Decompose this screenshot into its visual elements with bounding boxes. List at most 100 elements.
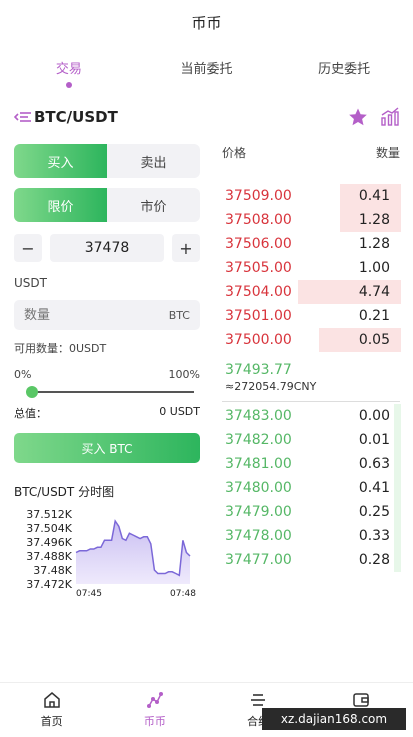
ask-price: 37505.00 xyxy=(225,260,292,276)
ask-amount: 1.00 xyxy=(358,260,390,276)
chart-title: BTC/USDT 分时图 xyxy=(14,485,115,499)
bid-amount: 0.33 xyxy=(358,528,390,544)
order-book: 价格 数量 37509.00 0.41 37508.00 1.28 37506.00 1.… xyxy=(222,144,401,572)
tab-bar: 交易 当前委托 历史委托 xyxy=(0,52,413,92)
bid-price: 37480.00 xyxy=(225,480,292,496)
bid-price: 37482.00 xyxy=(225,432,292,448)
nav-home[interactable]: 首页 xyxy=(0,683,103,737)
tab-trade[interactable]: 交易 xyxy=(0,52,138,92)
bid-row[interactable]: 37478.00 0.33 xyxy=(222,524,401,548)
ask-row[interactable]: 37500.00 0.05 xyxy=(222,328,401,352)
limit-tab[interactable]: 限价 xyxy=(14,188,107,222)
time-share-chart: 37.512K37.504K37.496K37.488K37.48K37.472… xyxy=(26,508,196,598)
slider-knob[interactable] xyxy=(26,386,38,398)
ask-row[interactable]: 37504.00 4.74 xyxy=(222,280,401,304)
ask-row[interactable]: 37509.00 0.41 xyxy=(222,184,401,208)
pair-bar: BTC/USDT xyxy=(14,104,400,130)
ask-price: 37509.00 xyxy=(225,188,292,204)
total-row: 总值： 0 USDT xyxy=(14,405,200,421)
quantity-field[interactable]: BTC xyxy=(14,300,200,330)
ask-amount: 1.28 xyxy=(358,236,390,252)
bid-row[interactable]: 37477.00 0.28 xyxy=(222,548,401,572)
y-tick-label: 37.504K xyxy=(26,522,72,535)
price-minus-button[interactable]: − xyxy=(14,234,42,262)
order-book-divider xyxy=(222,401,400,402)
bid-row[interactable]: 37483.00 0.00 xyxy=(222,404,401,428)
amount-header: 数量 xyxy=(375,146,400,160)
ask-amount: 1.28 xyxy=(358,212,390,228)
buy-submit-button[interactable]: 买入 BTC xyxy=(14,433,200,463)
pair-title[interactable]: BTC/USDT xyxy=(34,108,118,126)
order-type-switch: 限价 市价 xyxy=(14,188,200,222)
bid-row[interactable]: 37482.00 0.01 xyxy=(222,428,401,452)
quantity-input[interactable] xyxy=(24,307,134,323)
price-input[interactable]: 37478 xyxy=(50,234,164,262)
order-book-header: 价格 数量 xyxy=(222,144,400,162)
last-price-cny: ≈272054.79CNY xyxy=(225,380,317,393)
sell-tab[interactable]: 卖出 xyxy=(107,144,200,178)
y-tick-label: 37.472K xyxy=(26,578,72,591)
bid-row[interactable]: 37480.00 0.41 xyxy=(222,476,401,500)
wallet-icon xyxy=(353,693,370,707)
price-header: 价格 xyxy=(222,146,247,160)
ask-amount: 0.21 xyxy=(358,308,390,324)
percent-range-labels: 0% 100% xyxy=(14,368,200,381)
total-value: 0 USDT xyxy=(159,405,200,418)
bid-list: 37483.00 0.00 37482.00 0.01 37481.00 0.63 3748… xyxy=(222,404,401,572)
bid-amount: 0.41 xyxy=(358,480,390,496)
ask-amount: 0.41 xyxy=(358,188,390,204)
ask-row[interactable]: 37508.00 1.28 xyxy=(222,208,401,232)
ask-price: 37500.00 xyxy=(225,332,292,348)
y-tick-label: 37.488K xyxy=(26,550,72,563)
ask-price: 37504.00 xyxy=(225,284,292,300)
star-icon[interactable] xyxy=(348,107,368,127)
total-label: 总值： xyxy=(14,407,47,420)
tab-trade-label: 交易 xyxy=(55,62,82,77)
nav-trade-label: 币币 xyxy=(143,715,166,728)
home-icon xyxy=(43,692,60,708)
price-plus-button[interactable]: + xyxy=(172,234,200,262)
ask-price: 37506.00 xyxy=(225,236,292,252)
quantity-unit: BTC xyxy=(168,308,190,322)
ask-amount: 4.74 xyxy=(358,284,390,300)
ask-price: 37508.00 xyxy=(225,212,292,228)
page-title-text: 币币 xyxy=(191,13,222,32)
ask-price: 37501.00 xyxy=(225,308,292,324)
ask-amount: 0.05 xyxy=(358,332,390,348)
bid-amount: 0.00 xyxy=(358,408,390,424)
trade-icon xyxy=(146,692,163,708)
price-stepper: − 37478 + xyxy=(14,234,200,262)
bid-row[interactable]: 37479.00 0.25 xyxy=(222,500,401,524)
active-tab-dot xyxy=(65,82,72,88)
kline-icon[interactable] xyxy=(380,107,400,127)
nav-trade[interactable]: 币币 xyxy=(103,683,206,737)
y-tick-label: 37.496K xyxy=(26,536,72,549)
bid-price: 37479.00 xyxy=(225,504,292,520)
bid-price: 37477.00 xyxy=(225,552,292,568)
tab-current-orders-label: 当前委托 xyxy=(180,62,233,77)
bid-price: 37483.00 xyxy=(225,408,292,424)
bid-row[interactable]: 37481.00 0.63 xyxy=(222,452,401,476)
bid-price: 37478.00 xyxy=(225,528,292,544)
tab-order-history[interactable]: 历史委托 xyxy=(275,52,413,92)
ask-row[interactable]: 37501.00 0.21 xyxy=(222,304,400,328)
slider-track xyxy=(32,391,194,393)
ask-row[interactable]: 37506.00 1.28 xyxy=(222,232,400,256)
chart-area-fill xyxy=(76,521,190,584)
nav-home-label: 首页 xyxy=(40,715,63,728)
range-min-label: 0% xyxy=(14,368,32,381)
price-unit-label: USDT xyxy=(14,276,47,290)
bid-amount: 0.63 xyxy=(358,456,390,472)
buy-tab[interactable]: 买入 xyxy=(14,144,107,178)
pair-switch-icon[interactable] xyxy=(14,110,32,124)
ask-row[interactable]: 37505.00 1.00 xyxy=(222,256,400,280)
bid-amount: 0.01 xyxy=(358,432,390,448)
bid-amount: 0.25 xyxy=(358,504,390,520)
side-switch: 买入 卖出 xyxy=(14,144,200,178)
amount-slider[interactable] xyxy=(26,385,194,399)
tab-current-orders[interactable]: 当前委托 xyxy=(138,52,276,92)
pair-actions xyxy=(348,107,400,127)
y-tick-label: 37.512K xyxy=(26,508,72,521)
market-tab[interactable]: 市价 xyxy=(107,188,200,222)
last-price: 37493.77 xyxy=(225,362,292,378)
